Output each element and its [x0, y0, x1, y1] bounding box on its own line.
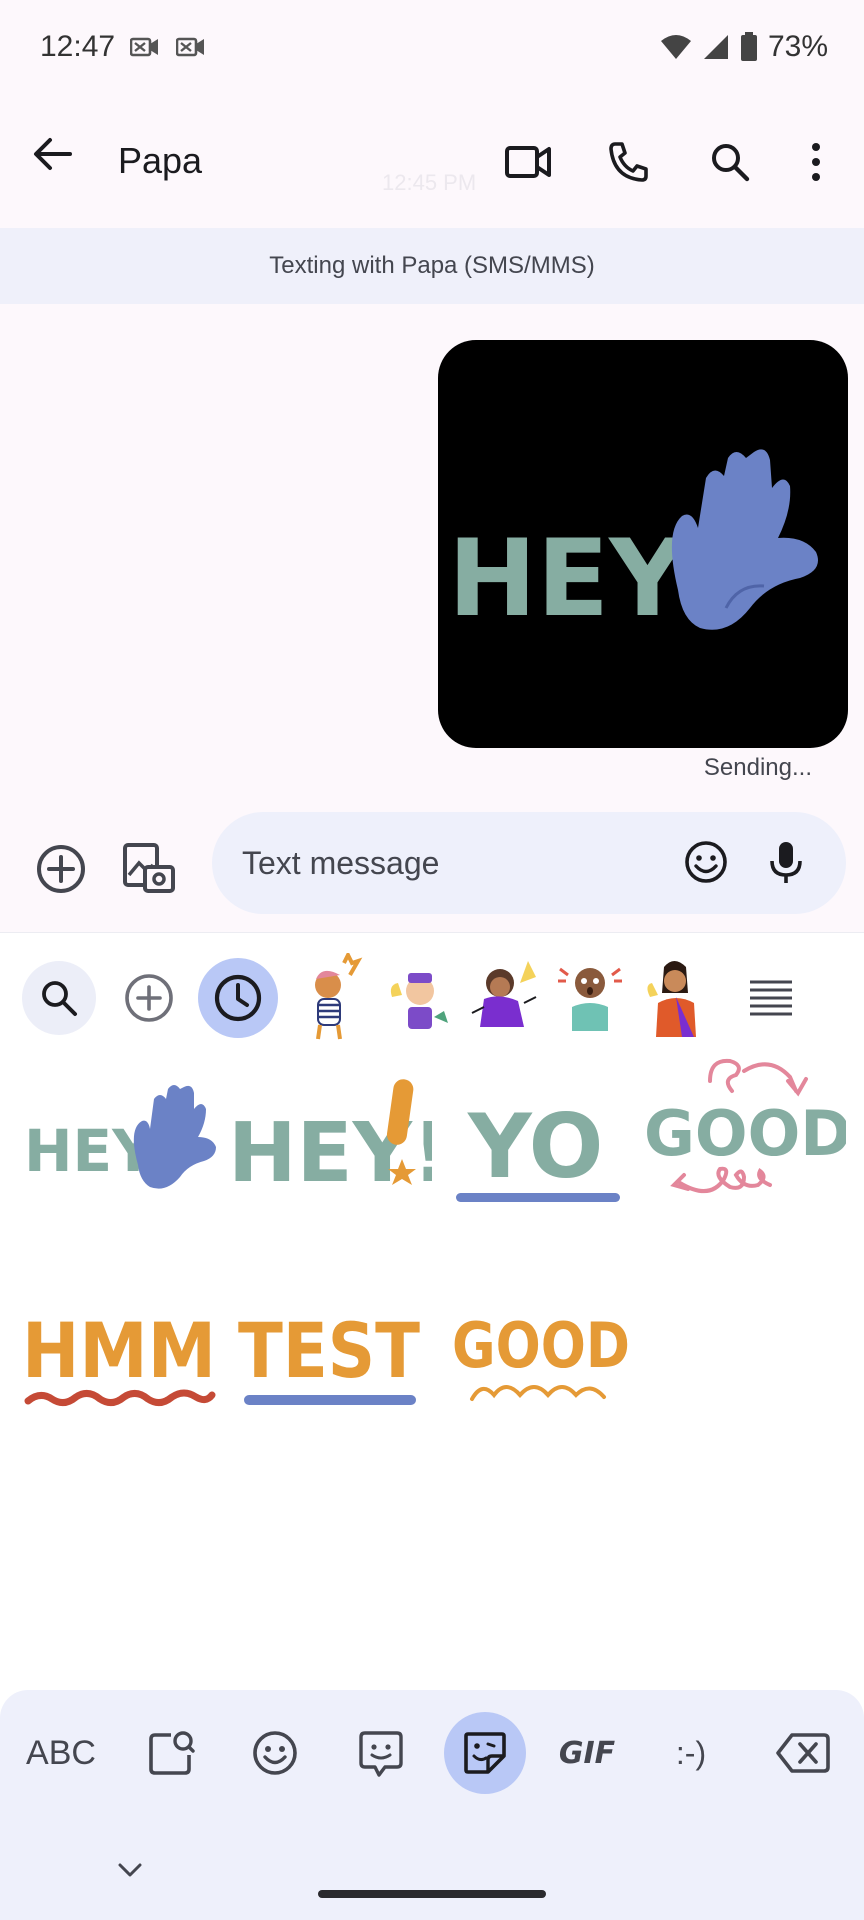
search-icon [712, 144, 750, 182]
sticker-hmm[interactable]: HMM [20, 1291, 220, 1415]
voice-input-button[interactable] [756, 832, 816, 892]
status-right: 73% [660, 30, 828, 64]
sticker-pack-surprised-character-icon[interactable] [550, 953, 630, 1043]
sticker-add-icon [149, 1731, 195, 1775]
sticker-icon [464, 1732, 506, 1774]
sticker-test[interactable]: TEST [234, 1291, 426, 1415]
phone-icon [609, 142, 648, 182]
date-divider-time: 12:45 PM [382, 170, 477, 195]
sticker-create-tab[interactable] [130, 1712, 212, 1794]
sticker-label: GOOD [452, 1309, 630, 1382]
battery-icon [740, 32, 757, 61]
sticker-label: TEST [238, 1306, 420, 1395]
backspace-button[interactable] [762, 1712, 844, 1794]
status-bar: 12:47 73% [0, 0, 864, 96]
wifi-icon [660, 35, 691, 59]
sticker-menu-button[interactable] [734, 961, 808, 1035]
signal-icon [703, 35, 728, 59]
sticker-text: HEY [448, 517, 687, 640]
sticker-hey-exclaim[interactable]: HEY! [222, 1073, 432, 1203]
emoji-tab[interactable] [234, 1712, 316, 1794]
gif-tab[interactable]: GIF [546, 1712, 628, 1794]
conversation-title: Papa [118, 140, 203, 181]
hey-hand-sticker: HEY [448, 449, 818, 640]
sticker-good-orange[interactable]: GOOD [448, 1295, 636, 1419]
sticker-face-icon [359, 1731, 403, 1777]
arrow-back-icon [34, 138, 72, 170]
videocam-icon [505, 146, 551, 178]
missed-video-call-icon [130, 37, 158, 57]
sticker-label: YO [467, 1095, 603, 1198]
gallery-camera-button[interactable] [114, 834, 184, 904]
stickers-tab-active[interactable] [444, 1712, 526, 1794]
sticker-pack-waving-character-icon[interactable] [378, 953, 458, 1043]
sticker-pack-saree-character-icon[interactable] [636, 953, 716, 1043]
sticker-pack-purple-character-icon[interactable] [464, 953, 544, 1043]
emoji-icon [253, 1731, 297, 1775]
voice-call-button[interactable] [596, 130, 660, 194]
sticker-label: HMM [22, 1306, 216, 1395]
sticker-pack-rock-character-icon[interactable] [292, 953, 372, 1043]
app-bar: Papa 12:45 PM [0, 100, 864, 228]
chevron-down-icon [118, 1863, 142, 1877]
search-button[interactable] [698, 130, 762, 194]
add-circle-icon [37, 845, 85, 893]
more-options-button[interactable] [786, 130, 846, 194]
status-time: 12:47 [40, 30, 116, 63]
attach-button[interactable] [26, 834, 96, 904]
backspace-icon [776, 1733, 830, 1773]
sticker-label: GOOD [644, 1097, 846, 1170]
search-icon [42, 981, 77, 1016]
sticker-hey-hand[interactable]: HEY [20, 1081, 216, 1201]
message-input[interactable] [242, 838, 642, 888]
missed-video-call-icon [176, 37, 204, 57]
emoticon-tab[interactable]: :-) [650, 1712, 732, 1794]
emoji-icon [685, 841, 727, 883]
compose-box [212, 812, 846, 914]
gallery-camera-icon [123, 843, 175, 893]
keyboard-tab-bar: ABC GIF :-) [0, 1690, 864, 1920]
add-circle-icon [125, 974, 173, 1022]
home-indicator[interactable] [318, 1890, 546, 1898]
menu-lines-icon [750, 980, 792, 1016]
more-vert-icon [812, 143, 820, 181]
video-call-button[interactable] [496, 130, 560, 194]
collapse-keyboard-button[interactable] [110, 1850, 150, 1890]
back-button[interactable] [30, 132, 90, 192]
sticker-yo[interactable]: YO [448, 1081, 628, 1211]
emoji-button[interactable] [676, 832, 736, 892]
add-sticker-pack-button[interactable] [112, 961, 186, 1035]
emoji-kitchen-tab[interactable] [340, 1712, 422, 1794]
battery-percent: 73% [767, 30, 828, 63]
recent-stickers-tab[interactable] [198, 958, 278, 1038]
sticker-good-pink[interactable]: GOOD [640, 1051, 846, 1201]
clock-icon [214, 974, 262, 1022]
mic-icon [770, 842, 802, 883]
texting-with-banner: Texting with Papa (SMS/MMS) [0, 228, 864, 304]
sticker-message-bubble[interactable]: HEY [438, 340, 848, 748]
sticker-search-button[interactable] [22, 961, 96, 1035]
abc-keyboard-tab[interactable]: ABC [18, 1712, 104, 1794]
message-status: Sending... [703, 754, 812, 781]
